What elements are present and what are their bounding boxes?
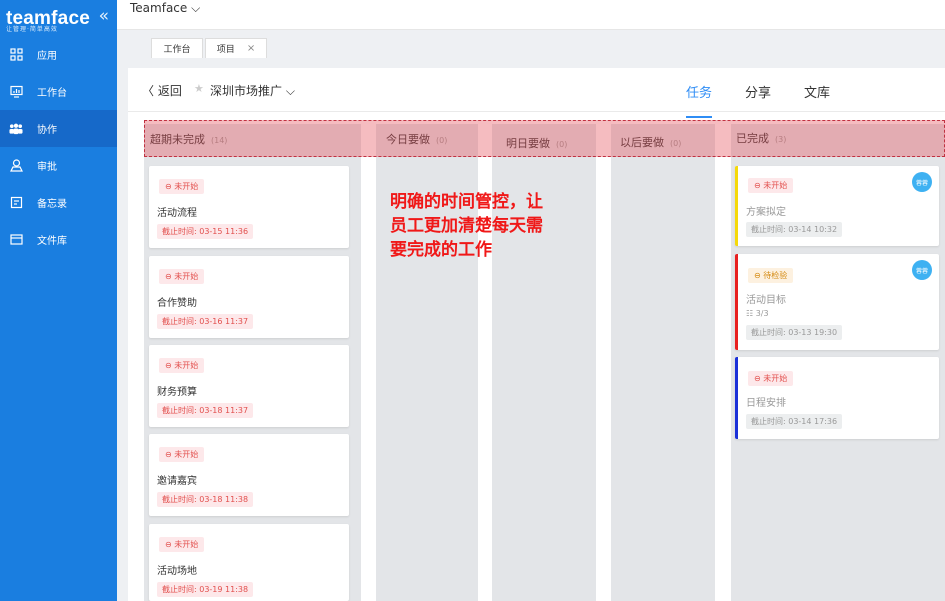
avatar[interactable]: 蓉蓉 <box>912 260 932 280</box>
sidebar-item-approval[interactable]: 审批 <box>0 147 117 184</box>
sidebar-item-apps[interactable]: 应用 <box>0 36 117 73</box>
deadline-badge: 截止时间: 03-15 11:36 <box>157 224 254 239</box>
tab-label: 工作台 <box>163 45 191 55</box>
deadline-badge: 截止时间: 03-18 11:37 <box>157 403 254 418</box>
task-title: 活动场地 <box>157 566 197 577</box>
deadline-badge: 截止时间: 03-14 17:36 <box>746 414 843 429</box>
status-badge: ⊖ 未开始 <box>159 447 205 462</box>
avatar[interactable]: 蓉蓉 <box>912 172 932 192</box>
task-card[interactable]: ⊖ 未开始 日程安排 截止时间: 03-14 17:36 <box>735 357 939 439</box>
header-highlight-overlay <box>144 120 945 157</box>
tab-task[interactable]: 任务 <box>686 82 713 118</box>
sidebar-item-label: 工作台 <box>37 88 67 99</box>
deadline-badge: 截止时间: 03-16 11:37 <box>157 314 254 329</box>
project-selector[interactable]: 深圳市场推广 ⌵ <box>210 82 295 99</box>
tab-label: 项目 <box>216 45 235 55</box>
task-card[interactable]: ⊖ 未开始 合作赞助 截止时间: 03-16 11:37 <box>149 256 349 338</box>
deadline-badge: 截止时间: 03-13 19:30 <box>746 325 843 340</box>
back-button[interactable]: 〈 返回 <box>142 82 182 99</box>
close-icon[interactable]: × <box>247 43 255 54</box>
task-card[interactable]: ⊖ 待检验 活动目标 ☷ 3/3 截止时间: 03-13 19:30 蓉蓉 <box>735 254 939 350</box>
sidebar-item-label: 审批 <box>37 162 57 173</box>
status-badge: ⊖ 待检验 <box>748 268 794 283</box>
project-header: 〈 返回 ★ 深圳市场推广 ⌵ 任务 分享 文库 <box>128 68 945 118</box>
status-badge: ⊖ 未开始 <box>159 269 205 284</box>
task-card[interactable]: ⊖ 未开始 财务预算 截止时间: 03-18 11:37 <box>149 345 349 427</box>
status-badge: ⊖ 未开始 <box>748 178 794 193</box>
apps-icon <box>9 48 23 62</box>
status-badge: ⊖ 未开始 <box>748 371 794 386</box>
sidebar-item-label: 备忘录 <box>37 199 67 210</box>
status-badge: ⊖ 未开始 <box>159 537 205 552</box>
sidebar-item-workbench[interactable]: 工作台 <box>0 73 117 110</box>
task-title: 合作赞助 <box>157 298 197 309</box>
tab-library[interactable]: 文库 <box>804 82 830 101</box>
status-badge: ⊖ 未开始 <box>159 358 205 373</box>
sidebar: teamface 让管理·简单高效 « 应用 工作台 协作 审批 备忘录 文件库 <box>0 0 117 601</box>
status-badge: ⊖ 未开始 <box>159 179 205 194</box>
folder-icon <box>9 233 23 247</box>
task-card[interactable]: ⊖ 未开始 活动流程 截止时间: 03-15 11:36 <box>149 166 349 248</box>
sidebar-item-collaboration[interactable]: 协作 <box>0 110 117 147</box>
page-tabs: 工作台 项目 × <box>117 30 945 58</box>
tab-workbench[interactable]: 工作台 <box>151 38 203 58</box>
task-title: 财务预算 <box>157 387 197 398</box>
collapse-sidebar-button[interactable]: « <box>99 6 109 26</box>
slogan: 让管理·简单高效 <box>6 26 58 33</box>
tab-share[interactable]: 分享 <box>745 82 771 101</box>
approval-icon <box>9 159 23 173</box>
monitor-icon <box>9 85 23 99</box>
deadline-badge: 截止时间: 03-18 11:38 <box>157 492 254 507</box>
task-card[interactable]: ⊖ 未开始 方案拟定 截止时间: 03-14 10:32 蓉蓉 <box>735 166 939 246</box>
sidebar-item-label: 协作 <box>37 125 57 136</box>
sidebar-item-label: 应用 <box>37 51 57 62</box>
task-title: 活动流程 <box>157 208 197 219</box>
team-icon <box>9 122 23 136</box>
task-title: 活动目标 <box>746 295 786 306</box>
star-icon[interactable]: ★ <box>194 82 204 95</box>
brand: teamface 让管理·简单高效 « <box>0 0 117 36</box>
annotation-text: 明确的时间管控，让 员工更加清楚每天需 要完成的工作 <box>390 192 543 260</box>
task-card[interactable]: ⊖ 未开始 邀请嘉宾 截止时间: 03-18 11:38 <box>149 434 349 516</box>
memo-icon <box>9 196 23 210</box>
sidebar-item-label: 文件库 <box>37 236 67 247</box>
deadline-badge: 截止时间: 03-19 11:38 <box>157 582 254 597</box>
workspace-switcher[interactable]: Teamface ⌵ <box>130 1 200 16</box>
task-title: 邀请嘉宾 <box>157 476 197 487</box>
column-later <box>611 124 715 601</box>
sidebar-item-memo[interactable]: 备忘录 <box>0 184 117 221</box>
task-card[interactable]: ⊖ 未开始 活动场地 截止时间: 03-19 11:38 <box>149 524 349 601</box>
subtask-count: ☷ 3/3 <box>746 309 769 318</box>
task-title: 方案拟定 <box>746 207 786 218</box>
task-title: 日程安排 <box>746 398 786 409</box>
deadline-badge: 截止时间: 03-14 10:32 <box>746 222 843 237</box>
top-bar: Teamface ⌵ <box>117 0 945 30</box>
sidebar-item-files[interactable]: 文件库 <box>0 221 117 258</box>
tab-project[interactable]: 项目 × <box>205 38 267 58</box>
